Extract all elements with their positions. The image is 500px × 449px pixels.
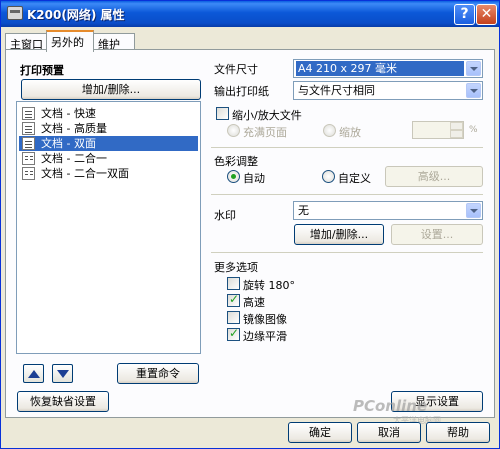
spin-down-icon (450, 130, 463, 138)
high-speed-label: 高速 (243, 296, 265, 309)
move-down-button[interactable] (52, 364, 73, 383)
list-item[interactable]: 文档 - 二合一双面 (19, 166, 198, 181)
move-up-button[interactable] (23, 364, 44, 383)
cancel-button[interactable]: 取消 (357, 422, 421, 443)
advanced-button[interactable]: 高级... (385, 166, 483, 187)
printer-properties-window: K200(网络) 属性 ? ✕ 主窗口 另外的 维护 打印预置 增加/删除...… (0, 0, 500, 449)
color-adjust-label: 色彩调整 (214, 155, 258, 168)
mirror-image-label: 镜像图像 (243, 313, 287, 326)
preset-add-delete-button[interactable]: 增加/删除... (21, 79, 201, 100)
window-title: K200(网络) 属性 (27, 8, 125, 22)
divider (211, 194, 483, 195)
two-up-icon (22, 152, 35, 165)
presets-list[interactable]: 文档 - 快速 文档 - 高质量 文档 - 双面 文档 - 二合一 文档 - 二… (16, 101, 201, 354)
spin-up-icon (450, 122, 463, 130)
output-paper-label: 输出打印纸 (214, 85, 269, 98)
duplex-document-icon (22, 137, 35, 150)
close-button[interactable]: ✕ (476, 4, 497, 25)
rotate-180-label: 旋转 180° (243, 279, 295, 292)
auto-label: 自动 (243, 172, 265, 185)
arrow-down-icon (57, 370, 69, 378)
list-item[interactable]: 文档 - 二合一 (19, 151, 198, 166)
restore-defaults-button[interactable]: 恢复缺省设置 (17, 391, 109, 412)
help-button[interactable]: 帮助 (426, 422, 490, 443)
fit-page-radio[interactable] (227, 124, 240, 137)
document-icon (22, 107, 35, 120)
zoom-spinner[interactable] (412, 121, 464, 139)
printer-icon (7, 6, 23, 20)
auto-radio[interactable] (227, 170, 240, 183)
watermark-settings-button[interactable]: 设置... (391, 224, 483, 245)
chevron-down-icon (466, 203, 481, 218)
tab-more-options[interactable]: 另外的 (46, 30, 94, 52)
pconline-watermark: PConline (353, 397, 428, 415)
chevron-down-icon (466, 61, 481, 76)
document-icon (22, 122, 35, 135)
zoom-radio[interactable] (323, 124, 336, 137)
two-up-icon (22, 167, 35, 180)
list-item[interactable]: 文档 - 快速 (19, 106, 198, 121)
rotate-180-checkbox[interactable] (227, 277, 240, 290)
custom-label: 自定义 (338, 172, 371, 185)
watermark-label: 水印 (214, 209, 236, 222)
ok-button[interactable]: 确定 (288, 422, 352, 443)
watermark-add-delete-button[interactable]: 增加/删除... (294, 224, 384, 245)
divider (211, 147, 483, 148)
arrow-up-icon (28, 370, 40, 378)
reset-command-button[interactable]: 重置命令 (117, 363, 199, 384)
help-title-button[interactable]: ? (454, 4, 475, 25)
list-item-selected[interactable]: 文档 - 双面 (19, 136, 198, 151)
percent-symbol: % (469, 125, 478, 135)
more-options-label: 更多选项 (214, 261, 258, 274)
title-bar[interactable]: K200(网络) 属性 ? ✕ (1, 1, 499, 27)
edge-smoothing-label: 边缘平滑 (243, 330, 287, 343)
print-presets-title: 打印预置 (20, 64, 64, 77)
edge-smoothing-checkbox[interactable] (227, 326, 240, 341)
custom-radio[interactable] (322, 170, 335, 183)
fit-page-label: 充满页面 (243, 126, 287, 139)
high-speed-checkbox[interactable] (227, 292, 240, 307)
output-paper-select[interactable]: 与文件尺寸相同 (293, 81, 483, 100)
zoom-label: 缩放 (339, 126, 361, 139)
chevron-down-icon (466, 83, 481, 98)
watermark-select[interactable]: 无 (293, 201, 483, 220)
mirror-image-checkbox[interactable] (227, 311, 240, 324)
reduce-enlarge-label: 缩小/放大文件 (232, 109, 302, 122)
doc-size-select[interactable]: A4 210 x 297 毫米 (293, 59, 483, 78)
divider (211, 252, 483, 253)
list-item[interactable]: 文档 - 高质量 (19, 121, 198, 136)
reduce-enlarge-checkbox[interactable] (216, 107, 229, 120)
doc-size-label: 文件尺寸 (214, 63, 258, 76)
